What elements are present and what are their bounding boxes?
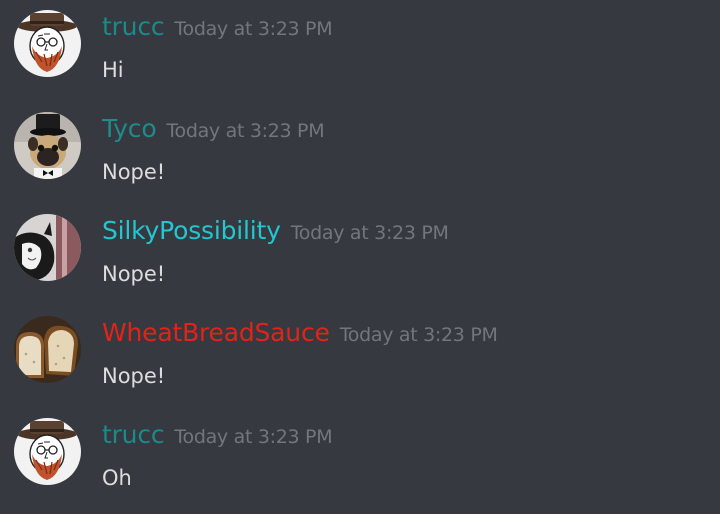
message-header: trucc Today at 3:23 PM [102,12,333,52]
username[interactable]: trucc [102,420,165,449]
message-item: Tyco Today at 3:23 PM Nope! [0,102,720,198]
message-content: Nope! [102,160,166,184]
timestamp: Today at 3:23 PM [166,120,325,142]
message-item: trucc Today at 3:23 PM Hi [0,0,720,96]
message-content: Hi [102,58,124,82]
timestamp: Today at 3:23 PM [174,426,333,448]
bread-slices-avatar-icon [14,316,81,383]
avatar[interactable] [14,10,81,77]
message-item: SilkyPossibility Today at 3:23 PM Nope! [0,204,720,300]
message-item: trucc Today at 3:23 PM Oh [0,408,720,504]
message-content: Nope! [102,364,166,388]
avatar[interactable] [14,214,81,281]
avatar[interactable] [14,112,81,179]
avatar[interactable] [14,316,81,383]
bearded-man-hat-avatar-icon [14,418,81,485]
message-header: trucc Today at 3:23 PM [102,420,333,460]
username[interactable]: WheatBreadSauce [102,318,330,347]
username[interactable]: Tyco [102,114,157,143]
timestamp: Today at 3:23 PM [290,222,449,244]
username[interactable]: SilkyPossibility [102,216,281,245]
cat-photo-avatar-icon [14,214,81,281]
avatar[interactable] [14,418,81,485]
message-header: Tyco Today at 3:23 PM [102,114,325,154]
message-header: WheatBreadSauce Today at 3:23 PM [102,318,498,358]
bearded-man-hat-avatar-icon [14,10,81,77]
pug-top-hat-avatar-icon [14,112,81,179]
message-header: SilkyPossibility Today at 3:23 PM [102,216,449,256]
timestamp: Today at 3:23 PM [339,324,498,346]
message-item: WheatBreadSauce Today at 3:23 PM Nope! [0,306,720,402]
message-content: Oh [102,466,132,490]
message-content: Nope! [102,262,166,286]
chat-messages: truccToday at 3:23 PM Hi TycoToday at [0,0,720,514]
timestamp: Today at 3:23 PM [174,18,333,40]
username[interactable]: trucc [102,12,165,41]
